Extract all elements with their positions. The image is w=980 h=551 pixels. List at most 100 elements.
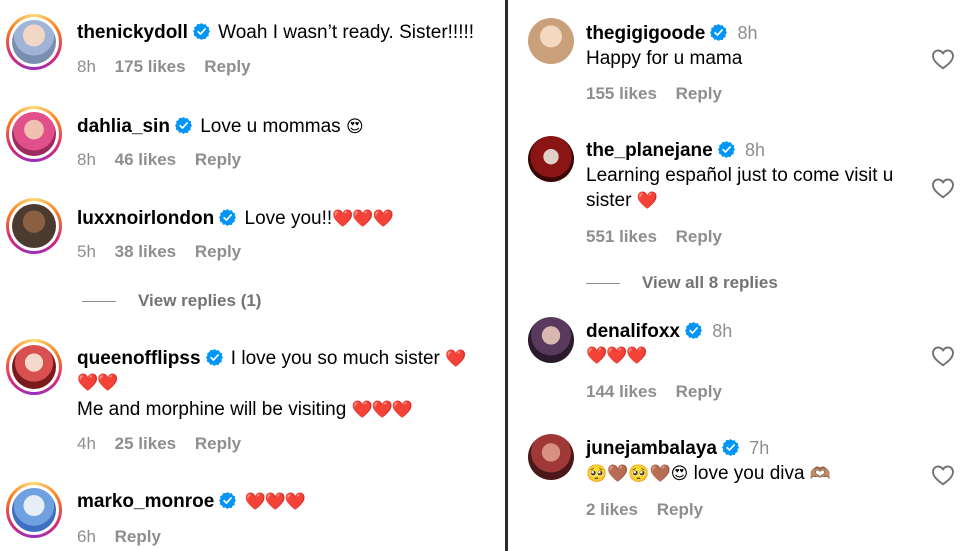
reply-button[interactable]: Reply	[657, 500, 703, 519]
verified-badge-icon	[219, 492, 236, 509]
username[interactable]: dahlia_sin	[77, 116, 170, 137]
reply-button[interactable]: Reply	[676, 227, 722, 246]
comment-time: 8h	[737, 23, 758, 43]
heart-outline-icon[interactable]	[931, 345, 955, 367]
verified-badge-icon	[193, 23, 210, 40]
comment-time: 8h	[77, 150, 96, 169]
avatar-image	[12, 20, 56, 64]
avatar[interactable]	[528, 434, 574, 480]
avatar[interactable]	[528, 136, 574, 182]
likes-count[interactable]: 38 likes	[115, 242, 176, 261]
heart-eyes-emoji-icon: 😍	[345, 117, 364, 136]
red-hearts-emoji-icon: ❤️❤️	[77, 373, 118, 392]
reply-button[interactable]: Reply	[204, 57, 250, 76]
username[interactable]: the_planejane	[586, 140, 713, 161]
comment-meta: 6h Reply	[77, 527, 175, 547]
avatar[interactable]	[6, 106, 62, 162]
red-heart-emoji-icon: ❤️	[636, 191, 658, 210]
comments-panel-right: thegigigoode 8h Happy for u mama 155 lik…	[508, 0, 980, 551]
comment-meta: 551 likes Reply	[586, 227, 736, 247]
likes-count[interactable]: 144 likes	[586, 382, 657, 401]
likes-count[interactable]: 551 likes	[586, 227, 657, 246]
heart-hands-emoji-icon: 🫶🏽	[809, 464, 832, 483]
avatar[interactable]	[6, 14, 62, 70]
comment-time: 6h	[77, 527, 96, 546]
comment-meta: 4h 25 likes Reply	[77, 434, 255, 454]
comment-text: Happy for u mama	[586, 48, 743, 69]
comment-text: Learning español just to come visit u	[586, 165, 894, 186]
comment-time: 5h	[77, 242, 96, 261]
reply-button[interactable]: Reply	[115, 527, 161, 546]
red-heart-emoji-icon: ❤️	[445, 349, 467, 368]
comment-text-line2: sister	[586, 190, 632, 211]
username[interactable]: marko_monroe	[77, 491, 214, 512]
reply-button[interactable]: Reply	[676, 84, 722, 103]
comments-panel-left: thenickydoll Woah I wasn’t ready. Sister…	[0, 0, 505, 551]
divider-dash	[82, 301, 116, 303]
likes-count[interactable]: 155 likes	[586, 84, 657, 103]
view-replies-button[interactable]: View replies (1)	[82, 291, 261, 311]
username[interactable]: luxxnoirlondon	[77, 208, 214, 229]
comment-text: Love you!!	[244, 208, 333, 229]
reply-button[interactable]: Reply	[195, 434, 241, 453]
comment-time: 8h	[712, 321, 733, 341]
comment-text: Love u mommas	[200, 116, 341, 137]
username[interactable]: thegigigoode	[586, 23, 705, 44]
comment-text-line2: Me and morphine will be visiting	[77, 399, 347, 420]
comment-item: thenickydoll Woah I wasn’t ready. Sister…	[6, 14, 501, 84]
comment-time: 4h	[77, 434, 96, 453]
reply-button[interactable]: Reply	[195, 150, 241, 169]
avatar[interactable]	[6, 482, 62, 538]
comment-item: denalifoxx 8h ❤️❤️❤️ 144 likes Reply	[528, 317, 980, 407]
red-hearts-emoji-icon: ❤️❤️❤️	[244, 492, 307, 511]
comment-meta: 8h 175 likes Reply	[77, 57, 265, 77]
avatar[interactable]	[528, 18, 574, 64]
divider-dash	[586, 283, 620, 285]
likes-count[interactable]: 25 likes	[115, 434, 176, 453]
verified-badge-icon	[710, 24, 727, 41]
username[interactable]: junejambalaya	[586, 438, 717, 459]
likes-count[interactable]: 175 likes	[115, 57, 186, 76]
red-hearts-emoji-icon: ❤️❤️❤️	[586, 346, 648, 365]
comment-meta: 2 likes Reply	[586, 500, 717, 520]
verified-badge-icon	[175, 117, 192, 134]
comment-meta: 8h 46 likes Reply	[77, 150, 255, 170]
heart-outline-icon[interactable]	[931, 48, 955, 70]
red-hearts-emoji-icon: ❤️❤️❤️	[351, 400, 414, 419]
avatar[interactable]	[528, 317, 574, 363]
avatar[interactable]	[6, 198, 62, 254]
verified-badge-icon	[718, 141, 735, 158]
username[interactable]: queenofflipss	[77, 348, 201, 369]
comment-text: I love you so much sister	[230, 348, 440, 369]
verified-badge-icon	[685, 322, 702, 339]
avatar[interactable]	[6, 339, 62, 395]
view-all-replies-button[interactable]: View all 8 replies	[586, 273, 778, 293]
verified-badge-icon	[722, 439, 739, 456]
comment-time: 8h	[77, 57, 96, 76]
comment-text: Woah I wasn’t ready. Sister!!!!!	[218, 22, 475, 43]
likes-count[interactable]: 46 likes	[115, 150, 176, 169]
view-replies-label: View replies (1)	[138, 291, 262, 310]
heart-outline-icon[interactable]	[931, 177, 955, 199]
reply-button[interactable]: Reply	[195, 242, 241, 261]
verified-badge-icon	[206, 349, 223, 366]
pleading-face-brown-heart-emoji-icon: 🥺🤎🥺🤎😍	[586, 464, 689, 483]
comment-item: luxxnoirlondon Love you!!❤️❤️❤️ 5h 38 li…	[6, 198, 501, 268]
comment-item: thegigigoode 8h Happy for u mama 155 lik…	[528, 18, 980, 108]
comment-meta: 5h 38 likes Reply	[77, 242, 255, 262]
comment-item: the_planejane 8h Learning español just t…	[528, 136, 980, 256]
comment-time: 7h	[749, 438, 770, 458]
username[interactable]: denalifoxx	[586, 321, 680, 342]
username[interactable]: thenickydoll	[77, 22, 188, 43]
comment-item: queenofflipss I love you so much sister …	[6, 339, 501, 459]
reply-button[interactable]: Reply	[676, 382, 722, 401]
heart-outline-icon[interactable]	[931, 464, 955, 486]
avatar-image	[12, 345, 56, 389]
likes-count[interactable]: 2 likes	[586, 500, 638, 519]
comment-item: marko_monroe ❤️❤️❤️ 6h Reply	[6, 482, 501, 551]
verified-badge-icon	[219, 209, 236, 226]
comment-time: 8h	[745, 140, 766, 160]
comment-meta: 155 likes Reply	[586, 84, 736, 104]
comment-item: junejambalaya 7h 🥺🤎🥺🤎😍 love you diva 🫶🏽 …	[528, 434, 980, 524]
comment-meta: 144 likes Reply	[586, 382, 736, 402]
